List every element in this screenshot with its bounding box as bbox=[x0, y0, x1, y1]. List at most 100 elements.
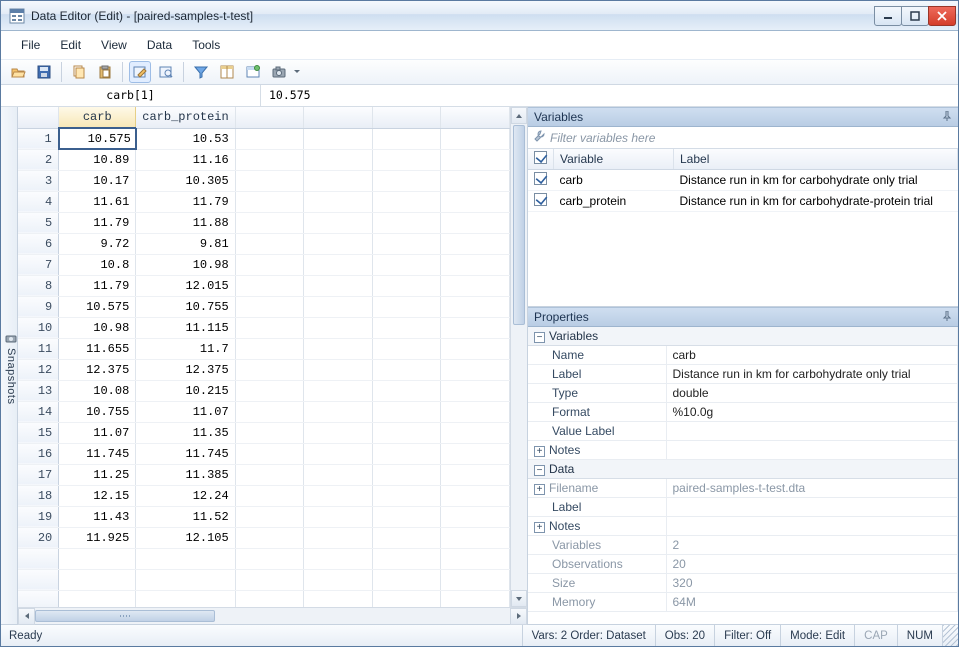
cell[interactable]: 11.52 bbox=[136, 506, 235, 527]
status-obs[interactable]: Obs: 20 bbox=[655, 625, 714, 646]
pin-icon[interactable] bbox=[942, 310, 952, 324]
cell[interactable]: 11.07 bbox=[59, 422, 136, 443]
variables-col-label[interactable]: Label bbox=[674, 149, 958, 170]
variables-filter-input[interactable] bbox=[550, 131, 954, 145]
cell[interactable]: 12.015 bbox=[136, 275, 235, 296]
maximize-button[interactable] bbox=[901, 6, 929, 26]
menu-view[interactable]: View bbox=[91, 35, 137, 55]
cell[interactable]: 9.72 bbox=[59, 233, 136, 254]
close-button[interactable] bbox=[928, 6, 956, 26]
variables-manager-icon[interactable] bbox=[216, 61, 238, 83]
cell[interactable]: 11.25 bbox=[59, 464, 136, 485]
property-value[interactable]: double bbox=[666, 384, 958, 403]
properties-grid[interactable]: −VariablesNamecarbLabelDistance run in k… bbox=[528, 327, 958, 612]
paste-icon[interactable] bbox=[94, 61, 116, 83]
open-icon[interactable] bbox=[7, 61, 29, 83]
cell-reference[interactable]: carb[1] bbox=[1, 85, 261, 106]
cell[interactable]: 12.375 bbox=[59, 359, 136, 380]
property-value[interactable] bbox=[666, 498, 958, 517]
property-value[interactable] bbox=[666, 422, 958, 441]
cell[interactable]: 10.575 bbox=[59, 296, 136, 317]
cell[interactable]: 10.215 bbox=[136, 380, 235, 401]
row-header[interactable]: 9 bbox=[18, 296, 59, 317]
browse-mode-icon[interactable] bbox=[155, 61, 177, 83]
cell[interactable]: 10.755 bbox=[59, 401, 136, 422]
menu-data[interactable]: Data bbox=[137, 35, 182, 55]
variables-table[interactable]: Variable Label carbDistance run in km fo… bbox=[528, 149, 958, 212]
resize-grip[interactable] bbox=[942, 625, 958, 646]
expand-icon[interactable]: + bbox=[534, 446, 545, 457]
variables-col-variable[interactable]: Variable bbox=[554, 149, 674, 170]
row-header[interactable]: 4 bbox=[18, 191, 59, 212]
status-filter[interactable]: Filter: Off bbox=[714, 625, 780, 646]
cell[interactable]: 10.17 bbox=[59, 170, 136, 191]
cell[interactable]: 11.115 bbox=[136, 317, 235, 338]
property-value[interactable]: 2 bbox=[666, 536, 958, 555]
property-value[interactable]: %10.0g bbox=[666, 403, 958, 422]
cell[interactable]: 11.43 bbox=[59, 506, 136, 527]
cell[interactable]: 11.745 bbox=[59, 443, 136, 464]
row-header[interactable]: 15 bbox=[18, 422, 59, 443]
filter-icon[interactable] bbox=[190, 61, 212, 83]
row-header[interactable]: 20 bbox=[18, 527, 59, 548]
row-header[interactable]: 13 bbox=[18, 380, 59, 401]
cell[interactable]: 11.79 bbox=[136, 191, 235, 212]
cell[interactable]: 11.79 bbox=[59, 275, 136, 296]
row-header[interactable]: 1 bbox=[18, 128, 59, 149]
cell[interactable]: 11.35 bbox=[136, 422, 235, 443]
cell[interactable]: 12.375 bbox=[136, 359, 235, 380]
data-grid[interactable]: carbcarb_protein 110.57510.53210.8911.16… bbox=[18, 107, 510, 607]
property-value[interactable]: paired-samples-t-test.dta bbox=[666, 479, 958, 498]
vertical-scroll-thumb[interactable] bbox=[513, 125, 525, 325]
row-header[interactable]: 10 bbox=[18, 317, 59, 338]
property-value[interactable]: Distance run in km for carbohydrate only… bbox=[666, 365, 958, 384]
scroll-up-arrow-icon[interactable] bbox=[511, 107, 527, 124]
row-header[interactable]: 14 bbox=[18, 401, 59, 422]
cell[interactable]: 12.15 bbox=[59, 485, 136, 506]
column-header[interactable]: carb bbox=[59, 107, 136, 128]
row-header[interactable]: 16 bbox=[18, 443, 59, 464]
menu-edit[interactable]: Edit bbox=[50, 35, 91, 55]
toolbar-overflow[interactable] bbox=[294, 64, 300, 80]
cell[interactable]: 11.61 bbox=[59, 191, 136, 212]
snapshots-tab[interactable]: Snapshots bbox=[1, 107, 18, 624]
horizontal-scrollbar[interactable] bbox=[18, 607, 527, 624]
expand-icon[interactable]: + bbox=[534, 522, 545, 533]
cell[interactable]: 10.98 bbox=[136, 254, 235, 275]
property-value[interactable]: carb bbox=[666, 346, 958, 365]
property-value[interactable] bbox=[666, 441, 958, 460]
row-header[interactable]: 2 bbox=[18, 149, 59, 170]
cell[interactable]: 10.89 bbox=[59, 149, 136, 170]
cell[interactable]: 10.305 bbox=[136, 170, 235, 191]
cell[interactable]: 11.925 bbox=[59, 527, 136, 548]
cell[interactable]: 10.575 bbox=[59, 128, 136, 149]
expand-icon[interactable]: + bbox=[534, 484, 545, 495]
cell[interactable]: 11.655 bbox=[59, 338, 136, 359]
row-header[interactable]: 11 bbox=[18, 338, 59, 359]
row-header[interactable]: 7 bbox=[18, 254, 59, 275]
cell-value[interactable]: 10.575 bbox=[261, 85, 958, 106]
row-header[interactable]: 18 bbox=[18, 485, 59, 506]
property-value[interactable]: 64M bbox=[666, 593, 958, 612]
row-header[interactable]: 5 bbox=[18, 212, 59, 233]
variables-filter[interactable] bbox=[528, 127, 958, 149]
cell[interactable]: 11.745 bbox=[136, 443, 235, 464]
status-mode[interactable]: Mode: Edit bbox=[780, 625, 854, 646]
cell[interactable]: 9.81 bbox=[136, 233, 235, 254]
vertical-scrollbar[interactable] bbox=[510, 107, 527, 607]
cell[interactable]: 11.385 bbox=[136, 464, 235, 485]
variable-row[interactable]: carbDistance run in km for carbohydrate … bbox=[528, 170, 958, 191]
cell[interactable]: 12.105 bbox=[136, 527, 235, 548]
row-header[interactable]: 3 bbox=[18, 170, 59, 191]
variable-checkbox[interactable] bbox=[534, 193, 547, 206]
property-value[interactable]: 20 bbox=[666, 555, 958, 574]
cell[interactable]: 10.53 bbox=[136, 128, 235, 149]
save-icon[interactable] bbox=[33, 61, 55, 83]
cell[interactable]: 11.07 bbox=[136, 401, 235, 422]
cell[interactable]: 11.79 bbox=[59, 212, 136, 233]
variable-row[interactable]: carb_proteinDistance run in km for carbo… bbox=[528, 191, 958, 212]
variable-checkbox[interactable] bbox=[534, 172, 547, 185]
column-header[interactable]: carb_protein bbox=[136, 107, 235, 128]
pin-icon[interactable] bbox=[942, 110, 952, 124]
cell[interactable]: 10.98 bbox=[59, 317, 136, 338]
